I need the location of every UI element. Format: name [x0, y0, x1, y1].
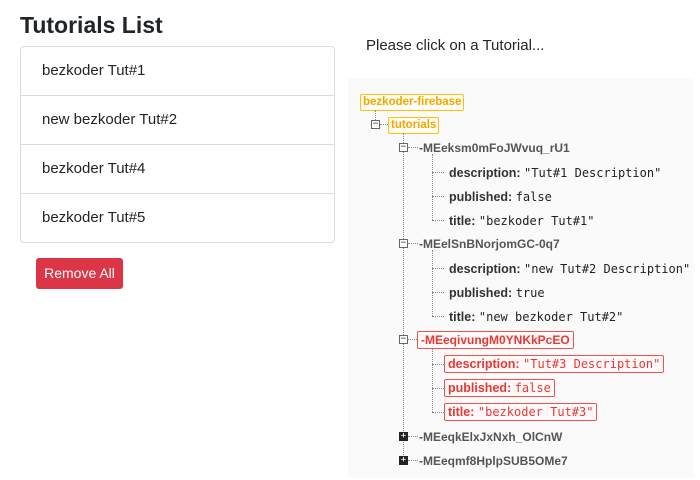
tutorial-item-5[interactable]: bezkoder Tut#5: [21, 194, 334, 242]
field-key: published:: [448, 381, 512, 395]
tree-connector: [380, 124, 388, 125]
tree-connector: [432, 412, 444, 413]
details-hint: Please click on a Tutorial...: [366, 37, 545, 54]
record-field[interactable]: title: "bezkoder Tut#1": [449, 213, 594, 229]
tutorial-item-2[interactable]: new bezkoder Tut#2: [21, 96, 334, 145]
tree-connector: [432, 250, 433, 316]
tree-connector: [408, 147, 418, 148]
field-value: "Tut#3 Description": [523, 357, 661, 371]
record-field[interactable]: published: false: [449, 189, 552, 205]
record-field[interactable]: description: "new Tut#2 Description": [449, 261, 690, 277]
field-key: description:: [449, 262, 521, 276]
record-field[interactable]: description: "Tut#1 Description": [449, 165, 661, 181]
remove-all-button[interactable]: Remove All: [36, 258, 123, 289]
record-field-highlighted[interactable]: description: "Tut#3 Description": [444, 355, 665, 373]
tree-collection-node[interactable]: tutorials: [388, 117, 440, 134]
field-value: "bezkoder Tut#1": [478, 214, 595, 228]
minus-toggle-icon[interactable]: −: [399, 143, 408, 152]
app-page: Tutorials List bezkoder Tut#1 new bezkod…: [0, 0, 700, 480]
field-key: title:: [448, 405, 475, 419]
record-key[interactable]: -MEeksm0mFoJWvuq_rU1: [419, 140, 570, 156]
record-key[interactable]: -MEeqkElxJxNxh_OlCnW: [419, 429, 562, 445]
page-title: Tutorials List: [20, 12, 163, 38]
record-field-highlighted[interactable]: published: false: [444, 379, 555, 397]
tree-connector: [432, 154, 433, 220]
minus-toggle-icon[interactable]: −: [371, 120, 380, 129]
tree-connector: [432, 348, 433, 412]
field-value: "new Tut#2 Description": [524, 262, 691, 276]
field-value: false: [514, 381, 551, 395]
tree-connector: [432, 220, 444, 221]
record-field[interactable]: published: true: [449, 285, 545, 301]
record-key[interactable]: -MEelSnBNorjomGC-0q7: [419, 236, 560, 252]
field-key: description:: [448, 357, 520, 371]
minus-toggle-icon[interactable]: −: [399, 239, 408, 248]
tree-connector: [432, 292, 444, 293]
field-value: true: [515, 286, 545, 300]
field-key: published:: [449, 190, 513, 204]
record-field-highlighted[interactable]: title: "bezkoder Tut#3": [444, 403, 598, 421]
tree-connector: [432, 388, 444, 389]
tree-connector: [432, 196, 444, 197]
plus-toggle-icon[interactable]: +: [399, 456, 408, 465]
record-key[interactable]: -MEeqmf8HplpSUB5OMe7: [419, 453, 568, 469]
tree-connector: [408, 339, 417, 340]
record-key-highlighted[interactable]: -MEeqivungM0YNKkPcEO: [417, 331, 574, 349]
firebase-tree-panel: bezkoder-firebase − tutorials − -MEeksm0…: [348, 78, 694, 478]
field-key: title:: [449, 214, 476, 228]
tree-connector: [408, 243, 418, 244]
minus-toggle-icon[interactable]: −: [399, 335, 408, 344]
tutorial-item-4[interactable]: bezkoder Tut#4: [21, 145, 334, 194]
plus-toggle-icon[interactable]: +: [399, 432, 408, 441]
field-value: false: [515, 190, 552, 204]
field-key: published:: [449, 286, 513, 300]
tree-connector: [408, 460, 418, 461]
record-field[interactable]: title: "new bezkoder Tut#2": [449, 309, 623, 325]
tree-root-node[interactable]: bezkoder-firebase: [360, 94, 465, 111]
tree-connector: [408, 436, 418, 437]
tree-connector: [403, 133, 404, 461]
tutorial-item-1[interactable]: bezkoder Tut#1: [21, 47, 334, 96]
tree-connector: [432, 268, 444, 269]
tutorials-list: bezkoder Tut#1 new bezkoder Tut#2 bezkod…: [20, 46, 335, 243]
tree-connector: [432, 172, 444, 173]
tree-connector: [432, 316, 444, 317]
field-value: "new bezkoder Tut#2": [478, 310, 624, 324]
field-key: title:: [449, 310, 476, 324]
field-value: "Tut#1 Description": [524, 166, 662, 180]
field-key: description:: [449, 166, 521, 180]
field-value: "bezkoder Tut#3": [477, 405, 594, 419]
tree-connector: [432, 364, 444, 365]
